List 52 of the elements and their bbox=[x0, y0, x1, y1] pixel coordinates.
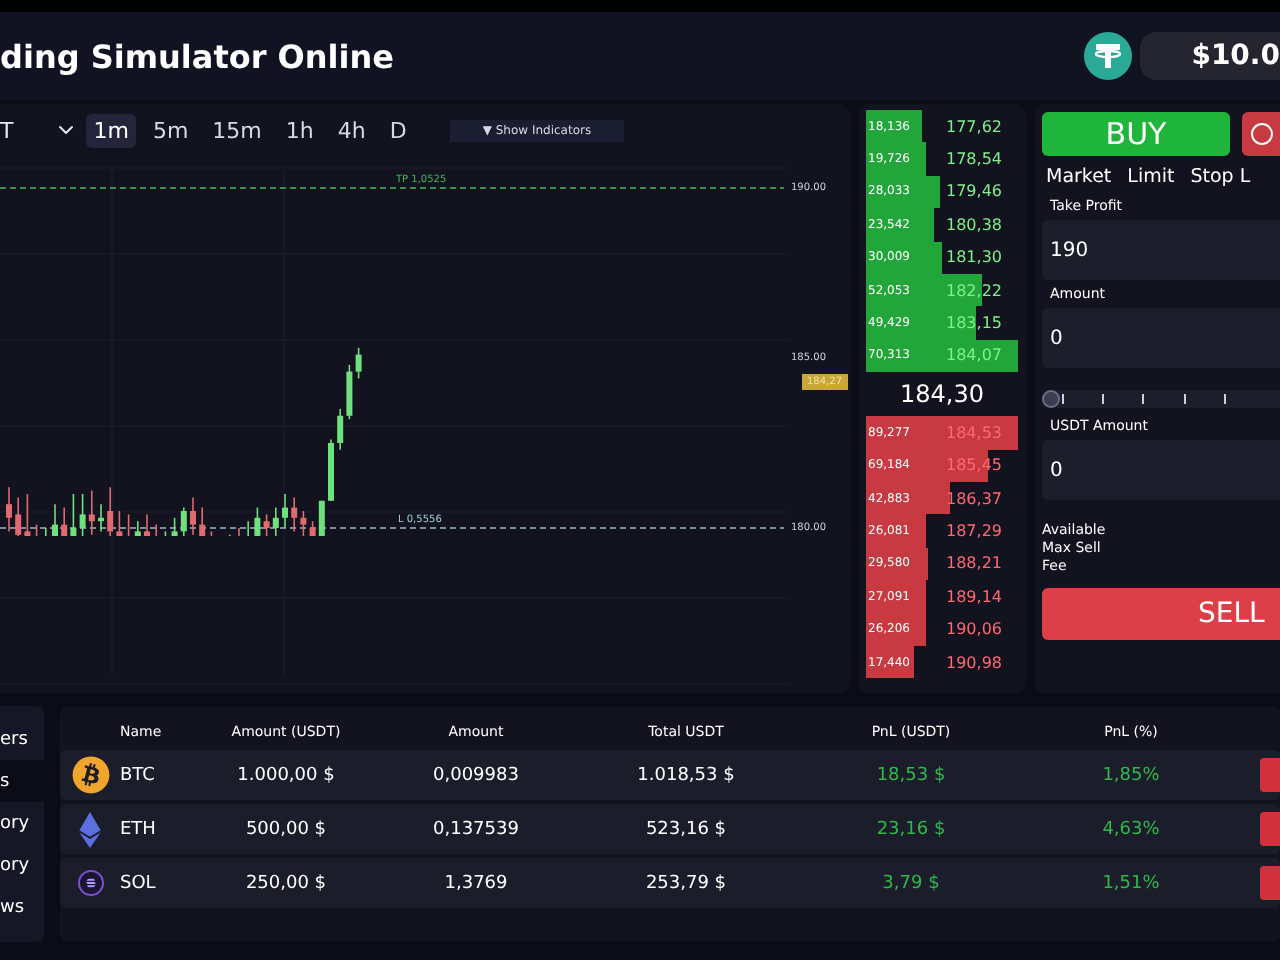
sidebar-tab[interactable]: s bbox=[0, 760, 44, 802]
table-cell-text: 1,3769 bbox=[442, 873, 510, 893]
timeframe-tab[interactable]: 15m bbox=[204, 113, 270, 147]
order-price: 188,21 bbox=[946, 554, 1004, 573]
input-field[interactable]: 0 bbox=[1042, 440, 1280, 500]
table-cell-text: 0,137539 bbox=[431, 819, 521, 839]
sidebar-tab[interactable]: ers bbox=[0, 718, 44, 760]
order-price: 190,06 bbox=[946, 620, 1004, 639]
table-cell-text: ETH bbox=[120, 819, 158, 839]
timeframe-tab[interactable]: 4h bbox=[329, 113, 374, 147]
order-price: 184,07 bbox=[946, 346, 1004, 365]
balance-display: $10.0 bbox=[1139, 32, 1280, 80]
table-cell-text: 1.000,00 $ bbox=[235, 765, 337, 785]
table-cell-text: 500,00 $ bbox=[243, 819, 329, 839]
table-cell-text: 250,00 $ bbox=[243, 873, 329, 893]
sidebar-tab[interactable]: ory bbox=[0, 802, 44, 844]
sidebar-tab[interactable]: ory bbox=[0, 844, 44, 886]
order-price: 184,53 bbox=[946, 423, 1004, 442]
table-cell-text: 1.018,53 $ bbox=[635, 765, 737, 785]
pair-label[interactable]: T bbox=[0, 117, 14, 143]
timeframe-tab[interactable]: 5m bbox=[144, 113, 197, 147]
order-type-tab[interactable]: Stop L bbox=[1190, 166, 1251, 188]
order-price: 180,38 bbox=[946, 215, 1004, 234]
table-cell-text: 253,79 $ bbox=[643, 873, 729, 893]
timeframe-tab[interactable]: 1h bbox=[277, 113, 322, 147]
app-title: ding Simulator Online bbox=[0, 37, 395, 75]
order-price: 189,14 bbox=[946, 587, 1004, 606]
order-price: 178,54 bbox=[946, 150, 1004, 169]
input-field[interactable]: 190 bbox=[1042, 220, 1280, 280]
table-cell-text: SOL bbox=[120, 873, 158, 893]
order-price: 190,98 bbox=[946, 653, 1004, 672]
table-cell-text: BTC bbox=[120, 765, 157, 785]
order-price: 181,30 bbox=[946, 248, 1004, 267]
order-price: 187,29 bbox=[946, 521, 1004, 540]
sell-button[interactable]: SELL bbox=[1042, 588, 1280, 640]
table-cell-text: 23,16 $ bbox=[874, 819, 948, 839]
table-cell-text: 0,009983 bbox=[431, 765, 521, 785]
table-cell-text: 4,63% bbox=[1100, 819, 1162, 839]
table-cell-text: 1,85% bbox=[1100, 765, 1162, 785]
table-cell-text: 523,16 $ bbox=[643, 819, 729, 839]
timeframe-tab[interactable]: 1m bbox=[85, 113, 137, 147]
table-cell-text: 18,53 $ bbox=[874, 765, 948, 785]
timeframe-tab[interactable]: D bbox=[381, 113, 415, 147]
sidebar-tab[interactable]: ws bbox=[0, 886, 44, 928]
order-price: 177,62 bbox=[946, 117, 1004, 136]
table-cell-text: 3,79 $ bbox=[880, 873, 942, 893]
table-cell-text: 1,51% bbox=[1100, 873, 1162, 893]
input-field[interactable]: 0 bbox=[1042, 308, 1280, 368]
order-type-tab[interactable]: Limit bbox=[1127, 166, 1175, 188]
last-price: 184,30 bbox=[898, 378, 986, 413]
order-type-tab[interactable]: Market bbox=[1046, 166, 1112, 188]
order-price: 179,46 bbox=[946, 182, 1004, 201]
